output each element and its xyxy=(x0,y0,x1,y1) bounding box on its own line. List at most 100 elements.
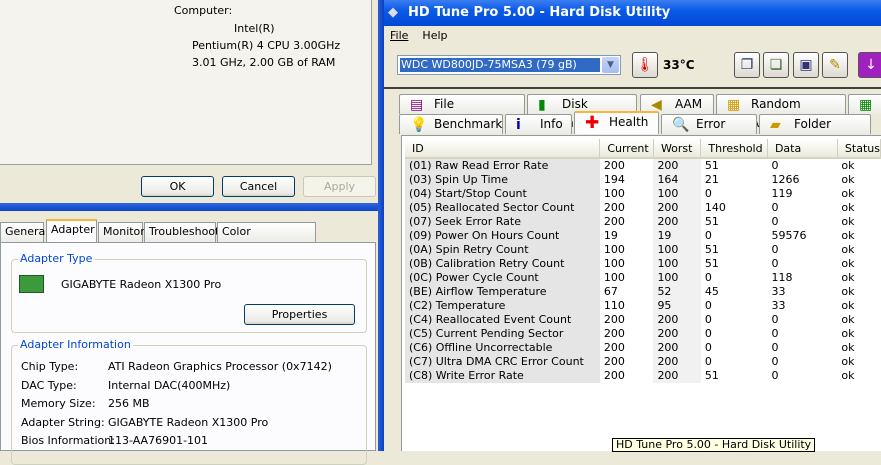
table-cell: 51 xyxy=(704,243,719,256)
column-header-threshold[interactable]: Threshold xyxy=(700,139,768,159)
toolbar: WDC WD800JD-75MSA3 (79 gB) ▼ 🌡 33°C ❐ ❏ … xyxy=(384,46,881,89)
table-row[interactable]: (BE) Airflow Temperature 67 52 45 33 ok xyxy=(405,285,881,299)
table-cell: 33 xyxy=(771,285,786,298)
copy-all-icon[interactable]: ❏ xyxy=(763,52,789,78)
properties-button[interactable]: Properties xyxy=(244,304,355,325)
tab-troubleshoot[interactable]: Troubleshoot xyxy=(144,222,219,242)
drive-select[interactable]: WDC WD800JD-75MSA3 (79 gB) ▼ xyxy=(397,55,621,75)
tab-folder-usage[interactable]: ▰Folder Usage xyxy=(759,114,871,150)
title-bar xyxy=(0,203,378,211)
table-cell: 200 xyxy=(653,341,701,355)
download-icon[interactable]: ↓ xyxy=(858,52,881,78)
table-row[interactable]: (0A) Spin Retry Count 100 100 51 0 ok xyxy=(405,243,881,257)
cancel-button[interactable]: Cancel xyxy=(222,176,295,197)
options-icon[interactable]: ✎ xyxy=(822,52,848,78)
chevron-down-icon[interactable]: ▼ xyxy=(602,57,619,73)
app-icon: ◆ xyxy=(388,5,398,20)
adapter-tab-body: Adapter Type GIGABYTE Radeon X1300 Pro P… xyxy=(0,242,376,465)
table-cell: 200 xyxy=(653,215,701,229)
table-cell: 0 xyxy=(704,313,712,326)
table-cell: 119 xyxy=(771,187,793,200)
table-cell: 45 xyxy=(704,285,719,298)
tab-monitor[interactable]: Monitor xyxy=(98,222,145,242)
table-cell: 0 xyxy=(704,327,712,340)
adapter-info-label: Adapter Information xyxy=(18,338,133,351)
table-cell: (0B) Calibration Retry Count xyxy=(405,257,600,271)
table-cell: (C2) Temperature xyxy=(405,299,600,313)
tab-info[interactable]: i Info xyxy=(505,114,572,134)
magnifier-icon: 🔍 xyxy=(672,117,690,133)
table-cell: 52 xyxy=(653,285,701,299)
tab-random-access[interactable]: ▦Random Access xyxy=(716,94,846,130)
table-row[interactable]: (C4) Reallocated Event Count 200 200 0 0 ok xyxy=(405,313,881,327)
copy-icon[interactable]: ❐ xyxy=(734,52,760,78)
tab-file-benchmark[interactable]: ▤File Benchmark xyxy=(399,94,525,130)
table-cell: (0A) Spin Retry Count xyxy=(405,243,600,257)
table-row[interactable]: (C7) Ultra DMA CRC Error Count 200 200 0 0 ok xyxy=(405,355,881,369)
adapter-name: GIGABYTE Radeon X1300 Pro xyxy=(61,278,222,291)
table-row[interactable]: (09) Power On Hours Count 19 19 0 59576 ok xyxy=(405,229,881,243)
column-header-current[interactable]: Current xyxy=(599,139,654,159)
table-cell: 21 xyxy=(704,173,719,186)
table-cell: 200 xyxy=(653,355,701,369)
drive-select-value: WDC WD800JD-75MSA3 (79 gB) xyxy=(400,58,600,72)
table-row[interactable]: (04) Start/Stop Count 100 100 0 119 ok xyxy=(405,187,881,201)
table-row[interactable]: (C2) Temperature 110 95 0 33 ok xyxy=(405,299,881,313)
tab-extra[interactable]: ▦ xyxy=(848,94,881,114)
table-cell: 1266 xyxy=(771,173,800,186)
table-row[interactable]: (03) Spin Up Time 194 164 21 1266 ok xyxy=(405,173,881,187)
table-row[interactable]: (C8) Write Error Rate 200 200 51 0 ok xyxy=(405,369,881,383)
table-cell: 100 xyxy=(653,187,701,201)
table-row[interactable]: (0C) Power Cycle Count 100 100 0 118 ok xyxy=(405,271,881,285)
smart-table: ID Current Worst Threshold Data Status (01) R… xyxy=(405,139,881,383)
table-cell: 51 xyxy=(704,257,719,270)
file-benchmark-icon: ▤ xyxy=(410,97,424,113)
table-cell: (01) Raw Read Error Rate xyxy=(405,158,600,173)
tab-health[interactable]: ✚ Health xyxy=(574,111,659,134)
apply-button[interactable]: Apply xyxy=(303,176,376,197)
tab-adapter[interactable]: Adapter xyxy=(46,219,97,242)
table-row[interactable]: (07) Seek Error Rate 200 200 51 0 ok xyxy=(405,215,881,229)
column-header-data[interactable]: Data xyxy=(767,139,838,159)
extra-tests-icon: ▦ xyxy=(859,97,873,113)
table-cell: 200 xyxy=(653,313,701,327)
table-cell: 200 xyxy=(603,369,625,382)
table-cell: 51 xyxy=(704,215,719,228)
display-properties-dialog: General Adapter Monitor Troubleshoot Col… xyxy=(0,203,378,465)
tab-general[interactable]: General xyxy=(0,222,48,242)
thermometer-icon[interactable]: 🌡 xyxy=(632,52,658,78)
menu-help[interactable]: Help xyxy=(422,29,447,42)
column-header-worst[interactable]: Worst xyxy=(653,139,702,159)
table-cell: 0 xyxy=(704,299,712,312)
cpu-ram: 3.01 GHz, 2.00 GB of RAM xyxy=(192,56,336,69)
lightbulb-icon: 💡 xyxy=(410,117,428,133)
health-table-area: ID Current Worst Threshold Data Status (01) R… xyxy=(401,135,881,451)
ok-button[interactable]: OK xyxy=(141,176,214,197)
info-key: DAC Type: xyxy=(21,378,77,392)
table-cell: 110 xyxy=(603,299,625,312)
table-cell: 200 xyxy=(603,215,625,228)
column-header-status[interactable]: Status xyxy=(837,139,881,159)
column-header-id[interactable]: ID xyxy=(405,139,601,159)
table-row[interactable]: (C5) Current Pending Sector 200 200 0 0 ok xyxy=(405,327,881,341)
tab-color-management[interactable]: Color Management xyxy=(217,222,316,256)
tab-benchmark[interactable]: 💡 Benchmark xyxy=(399,114,503,134)
table-cell: 200 xyxy=(603,355,625,368)
table-cell: (C7) Ultra DMA CRC Error Count xyxy=(405,355,600,369)
table-cell: 67 xyxy=(603,285,618,298)
window-title: HD Tune Pro 5.00 - Hard Disk Utility xyxy=(384,0,881,26)
menu-file[interactable]: File xyxy=(390,29,408,42)
table-cell: 0 xyxy=(771,159,779,172)
table-cell: (C4) Reallocated Event Count xyxy=(405,313,600,327)
table-cell: 0 xyxy=(771,215,779,228)
temperature-value: 33°C xyxy=(663,58,695,72)
table-row[interactable]: (0B) Calibration Retry Count 100 100 51 0 ok xyxy=(405,257,881,271)
tab-error-scan[interactable]: 🔍Error Scan xyxy=(661,114,757,150)
save-icon[interactable]: ▣ xyxy=(793,52,819,78)
table-row[interactable]: (05) Reallocated Sector Count 200 200 140 0 o… xyxy=(405,201,881,215)
table-cell: 100 xyxy=(653,243,701,257)
table-row[interactable]: (C6) Offline Uncorrectable 200 200 0 0 ok xyxy=(405,341,881,355)
info-key: Chip Type: xyxy=(21,360,79,373)
table-row[interactable]: (01) Raw Read Error Rate 200 200 51 0 ok xyxy=(405,158,881,173)
table-cell: (C8) Write Error Rate xyxy=(405,369,600,383)
